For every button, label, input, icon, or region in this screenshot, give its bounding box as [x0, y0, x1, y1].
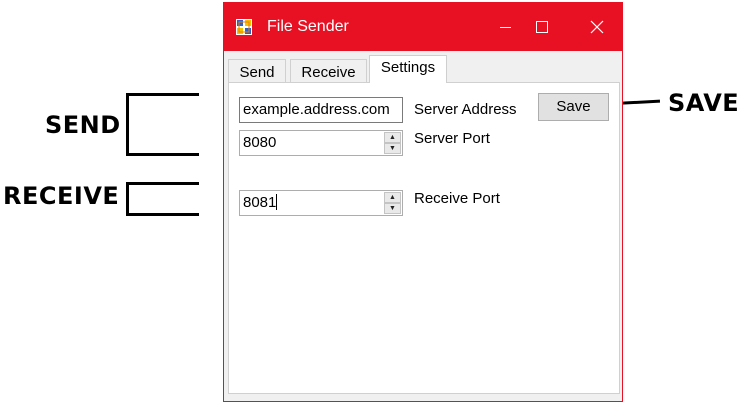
- close-button[interactable]: [570, 3, 623, 51]
- close-icon: [590, 20, 603, 34]
- annotation-send-label: SEND: [45, 111, 121, 139]
- file-sender-window: File Sender Send Receive Settings exampl…: [223, 2, 623, 402]
- file-sender-app-icon: [236, 19, 252, 35]
- server-address-input[interactable]: example.address.com: [239, 97, 403, 123]
- maximize-icon: [536, 21, 548, 33]
- receive-port-spin-buttons[interactable]: ▲ ▼: [384, 192, 401, 214]
- annotation-receive-bracket: [126, 182, 199, 216]
- tab-settings[interactable]: Settings: [369, 55, 447, 83]
- receive-port-label: Receive Port: [414, 190, 500, 207]
- settings-panel: example.address.com Server Address Save …: [228, 82, 620, 394]
- server-port-spin-buttons[interactable]: ▲ ▼: [384, 132, 401, 154]
- tab-receive[interactable]: Receive: [290, 59, 367, 82]
- text-caret: [276, 194, 278, 210]
- spin-down-icon[interactable]: ▼: [384, 143, 401, 154]
- receive-port-stepper[interactable]: 8081 ▲ ▼: [239, 190, 403, 216]
- spin-up-icon[interactable]: ▲: [384, 192, 401, 203]
- title-bar[interactable]: File Sender: [224, 3, 622, 51]
- maximize-button[interactable]: [514, 3, 570, 51]
- spin-down-icon[interactable]: ▼: [384, 203, 401, 214]
- annotation-receive-label: RECEIVE: [3, 182, 120, 210]
- server-port-stepper[interactable]: 8080 ▲ ▼: [239, 130, 403, 156]
- receive-port-value: 8081: [243, 194, 277, 211]
- minimize-icon: [499, 26, 511, 28]
- annotation-send-bracket: [126, 93, 199, 156]
- tab-send[interactable]: Send: [228, 59, 286, 82]
- server-address-label: Server Address: [414, 101, 517, 118]
- spin-up-icon[interactable]: ▲: [384, 132, 401, 143]
- server-port-value: 8080: [243, 134, 277, 151]
- window-title: File Sender: [267, 18, 349, 35]
- server-port-label: Server Port: [414, 130, 490, 147]
- annotation-save-label: SAVE: [668, 89, 740, 117]
- save-button[interactable]: Save: [538, 93, 609, 121]
